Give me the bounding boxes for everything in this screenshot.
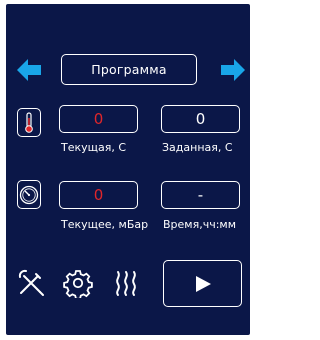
play-icon bbox=[195, 275, 211, 292]
arrow-left-icon[interactable] bbox=[17, 59, 41, 81]
set-temperature-value: 0 bbox=[195, 110, 206, 128]
tools-icon[interactable] bbox=[16, 268, 46, 298]
time-field[interactable]: - bbox=[161, 181, 240, 209]
time-label: Время,чч:мм bbox=[163, 218, 237, 231]
current-temperature-value: 0 bbox=[93, 110, 104, 128]
current-temperature-field[interactable]: 0 bbox=[59, 105, 138, 133]
thermometer-icon-frame bbox=[17, 108, 41, 137]
current-pressure-value: 0 bbox=[93, 186, 104, 204]
screen: Программа 0 Текущая, С 0 Заданная, С 0 Т… bbox=[0, 0, 260, 340]
start-button[interactable] bbox=[163, 260, 242, 307]
current-pressure-field[interactable]: 0 bbox=[59, 181, 138, 209]
set-temperature-field[interactable]: 0 bbox=[161, 105, 240, 133]
program-label: Программа bbox=[91, 62, 167, 77]
arrow-right-icon[interactable] bbox=[221, 59, 245, 81]
thermometer-icon bbox=[25, 111, 33, 133]
time-value: - bbox=[197, 186, 204, 204]
current-pressure-label: Текущее, мБар bbox=[61, 218, 149, 231]
control-panel: Программа 0 Текущая, С 0 Заданная, С 0 Т… bbox=[6, 4, 250, 335]
set-temperature-label: Заданная, С bbox=[162, 141, 233, 154]
pressure-gauge-icon bbox=[19, 185, 39, 204]
pressure-gauge-icon-frame bbox=[17, 180, 41, 209]
program-button[interactable]: Программа bbox=[61, 54, 197, 85]
gear-icon[interactable] bbox=[63, 268, 93, 298]
current-temperature-label: Текущая, С bbox=[61, 141, 127, 154]
heating-icon[interactable] bbox=[111, 268, 141, 298]
